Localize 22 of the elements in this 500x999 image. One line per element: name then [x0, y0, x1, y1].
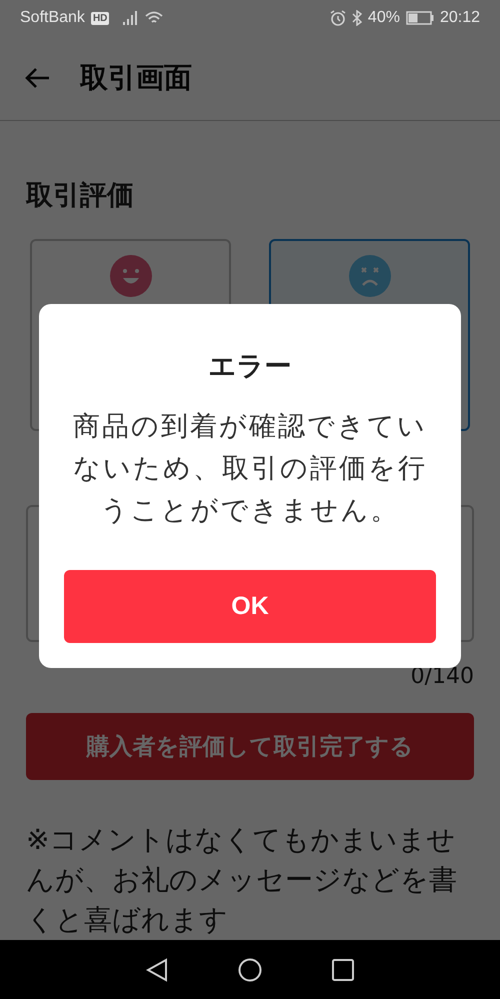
battery-percent: 40%	[368, 9, 400, 27]
character-counter: 0/140	[410, 664, 474, 690]
carrier-name: SoftBank	[20, 9, 85, 27]
bluetooth-icon	[352, 10, 362, 26]
screen-title: 取引画面	[80, 60, 192, 96]
wifi-icon	[145, 11, 164, 25]
hd-badge: HD	[90, 12, 110, 24]
home-icon[interactable]	[238, 958, 262, 982]
section-title: 取引評価	[26, 179, 135, 213]
ok-button[interactable]: OK	[64, 570, 436, 643]
clock-time: 20:12	[440, 9, 480, 27]
sad-face-icon	[348, 255, 390, 297]
battery-icon	[406, 11, 434, 25]
dialog-message: 商品の到着が確認できていないため、取引の評価を行うことができません。	[72, 410, 428, 528]
dialog-title: エラー	[208, 350, 292, 384]
note-text: ※コメントはなくてもかまいませんが、お礼のメッセージなどを書くと喜ばれます	[26, 822, 458, 938]
smiley-face-icon	[110, 255, 152, 297]
back-arrow-icon[interactable]	[24, 67, 50, 89]
back-icon[interactable]	[146, 958, 168, 982]
signal-icon	[123, 11, 140, 25]
recents-icon[interactable]	[332, 958, 354, 980]
alarm-icon	[330, 10, 346, 26]
